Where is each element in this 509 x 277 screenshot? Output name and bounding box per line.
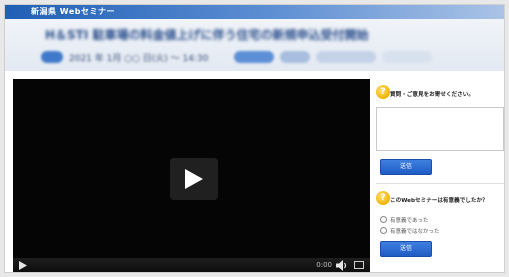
question-textarea[interactable] (376, 107, 504, 151)
fullscreen-icon[interactable] (354, 261, 364, 269)
question-mark-icon: ? (376, 85, 390, 99)
video-player[interactable]: 0:00 (13, 79, 370, 272)
survey-heading: ? このWebセミナーは有意義でしたか？ (376, 191, 502, 209)
survey-option-label: 有意義であった (390, 217, 429, 224)
player-control-bar: 0:00 (13, 258, 370, 272)
banner-tag-pill (234, 51, 275, 63)
play-icon (185, 169, 203, 189)
volume-icon[interactable] (336, 260, 348, 271)
question-prompt: 質問・ご意見をお寄せください。 (390, 92, 474, 98)
survey-send-button[interactable]: 送信 (380, 241, 432, 257)
question-mark-icon: ? (376, 191, 390, 205)
sidebar: ? 質問・ご意見をお寄せください。 送信 ? このWebセミナーは有意義でしたか… (374, 79, 504, 272)
banner-subrow: 2021 年 1月 ○○ 日(火) ～ 14:30 (41, 50, 481, 64)
question-heading: ? 質問・ご意見をお寄せください。 (376, 85, 502, 103)
header-banner: 新潟県 Webセミナー H＆STI 駐車場の料金値上げに伴う住宅の新規申込受付開… (5, 5, 504, 71)
radio-button[interactable] (380, 227, 387, 234)
play-icon[interactable] (19, 261, 27, 270)
banner-date-pill (41, 51, 63, 63)
sidebar-divider (376, 183, 504, 184)
banner-tag-pill (280, 51, 311, 63)
webinar-page: 新潟県 Webセミナー H＆STI 駐車場の料金値上げに伴う住宅の新規申込受付開… (4, 4, 505, 273)
banner-tag-pill (316, 51, 377, 63)
big-play-button[interactable] (170, 158, 218, 200)
time-display: 0:00 (316, 261, 332, 269)
survey-option-label: 有意義ではなかった (390, 228, 440, 235)
banner-heading: H＆STI 駐車場の料金値上げに伴う住宅の新規申込受付開始 (45, 28, 369, 42)
survey-option[interactable]: 有意義であった (380, 215, 428, 224)
banner-top-bar: 新潟県 Webセミナー (5, 5, 504, 19)
survey-option[interactable]: 有意義ではなかった (380, 226, 440, 235)
survey-prompt: このWebセミナーは有意義でしたか？ (390, 198, 488, 204)
question-send-button[interactable]: 送信 (380, 159, 432, 175)
banner-top-label: 新潟県 Webセミナー (31, 7, 115, 16)
radio-button[interactable] (380, 216, 387, 223)
banner-subtext: 2021 年 1月 ○○ 日(火) ～ 14:30 (69, 53, 209, 64)
banner-tag-pill (382, 51, 433, 63)
